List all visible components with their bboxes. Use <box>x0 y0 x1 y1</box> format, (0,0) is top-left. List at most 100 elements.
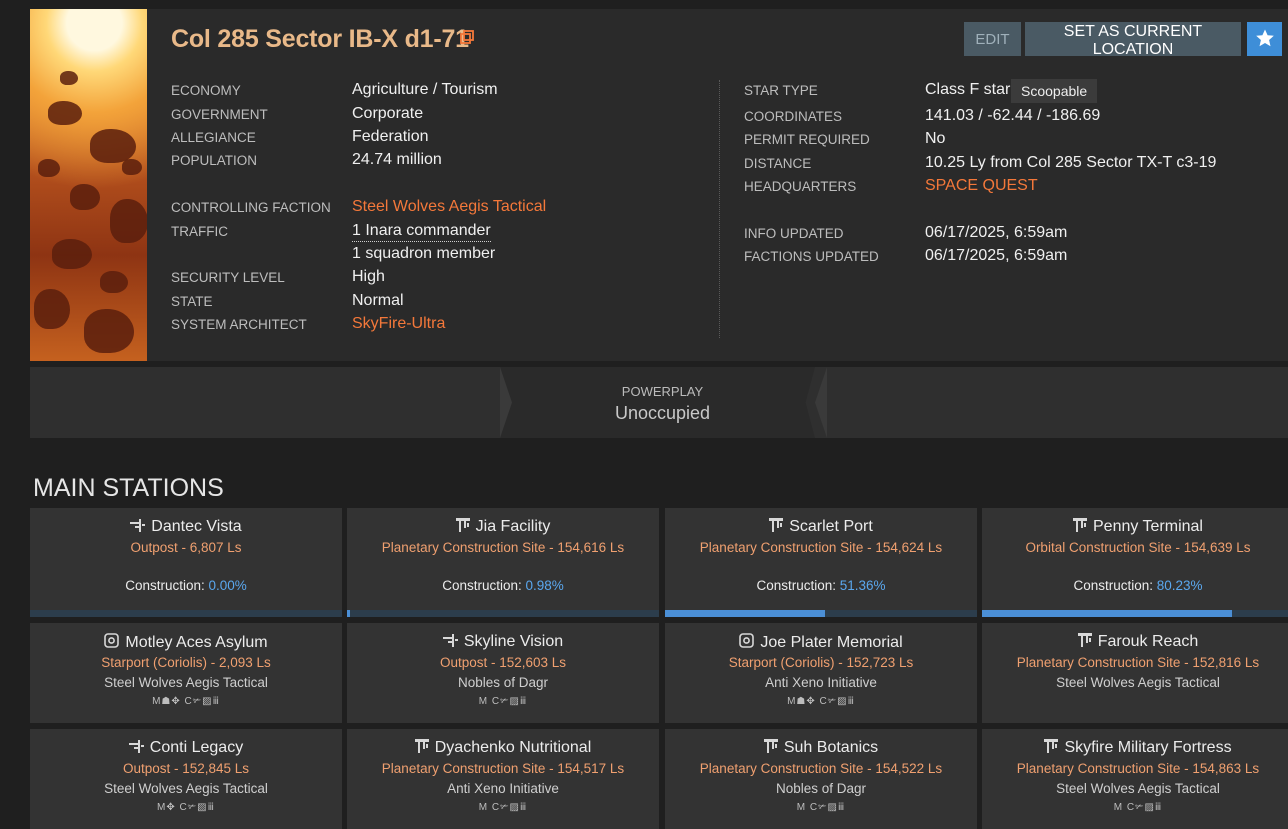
economy-label: ECONOMY <box>171 83 241 98</box>
station-type-distance: Orbital Construction Site - 154,639 Ls <box>1025 540 1251 555</box>
station-name-text: Joe Plater Memorial <box>760 634 903 651</box>
planetary-construction-icon <box>763 739 778 758</box>
distance-value: 10.25 Ly from Col 285 Sector TX-T c3-19 <box>925 154 1217 171</box>
station-name-text: Penny Terminal <box>1093 518 1203 535</box>
station-services-icons: M C✃▨ⅲ <box>478 696 528 707</box>
construction-status: Construction: 51.36% <box>665 578 977 593</box>
station-name[interactable]: Scarlet Port <box>665 518 977 537</box>
copy-icon[interactable] <box>460 30 474 44</box>
station-name[interactable]: Jia Facility <box>347 518 659 537</box>
station-name-text: Scarlet Port <box>789 518 873 535</box>
station-name-text: Motley Aces Asylum <box>125 634 268 651</box>
construction-percent: 0.98% <box>525 578 564 593</box>
construction-progress-bar <box>347 610 659 617</box>
station-name[interactable]: Penny Terminal <box>982 518 1288 537</box>
station-card[interactable]: Skyline Vision Outpost - 152,603 Ls Nobles… <box>347 623 659 723</box>
distance-label: DISTANCE <box>744 156 812 171</box>
planetary-construction-icon <box>1044 739 1059 758</box>
station-services-icons: M✥ C✃▨ⅲ <box>157 802 215 813</box>
construction-status: Construction: 0.00% <box>30 578 342 593</box>
headquarters-link[interactable]: SPACE QUEST <box>925 177 1038 195</box>
construction-progress-fill <box>347 610 351 617</box>
station-name[interactable]: Joe Plater Memorial <box>665 633 977 653</box>
station-type-distance: Outpost - 152,845 Ls <box>122 761 250 776</box>
station-card[interactable]: Suh Botanics Planetary Construction Site … <box>665 729 977 829</box>
station-name-text: Conti Legacy <box>149 739 244 756</box>
economy-value: Agriculture / Tourism <box>352 81 498 98</box>
architect-link[interactable]: SkyFire-Ultra <box>352 315 445 333</box>
station-type-distance: Planetary Construction Site - 152,816 Ls <box>1016 655 1260 670</box>
station-card[interactable]: Skyfire Military Fortress Planetary Const… <box>982 729 1288 829</box>
station-type-distance: Planetary Construction Site - 154,624 Ls <box>699 540 943 555</box>
station-faction: Nobles of Dagr <box>457 675 549 690</box>
controlling-faction-link[interactable]: Steel Wolves Aegis Tactical <box>352 198 546 216</box>
security-label: SECURITY LEVEL <box>171 270 285 285</box>
station-name[interactable]: Skyline Vision <box>347 633 659 652</box>
station-card[interactable]: Dantec Vista Outpost - 6,807 Ls Constructi… <box>30 508 342 617</box>
station-type-distance: Planetary Construction Site - 154,863 Ls <box>1016 761 1260 776</box>
permit-value: No <box>925 130 946 147</box>
planetary-construction-icon <box>769 518 784 537</box>
station-card[interactable]: Penny Terminal Orbital Construction Site … <box>982 508 1288 617</box>
construction-progress-bar <box>665 610 977 617</box>
station-services-icons: M C✃▨ⅲ <box>1113 802 1163 813</box>
station-card[interactable]: Scarlet Port Planetary Construction Site … <box>665 508 977 617</box>
station-name[interactable]: Conti Legacy <box>30 739 342 758</box>
station-name-text: Skyfire Military Fortress <box>1064 739 1232 756</box>
station-card[interactable]: Jia Facility Planetary Construction Site … <box>347 508 659 617</box>
info-updated-value: 06/17/2025, 6:59am <box>925 224 1068 241</box>
population-value: 24.74 million <box>352 151 442 168</box>
security-value: High <box>352 268 385 285</box>
construction-progress-bar <box>30 610 342 617</box>
edit-button[interactable]: EDIT <box>964 22 1021 56</box>
station-card[interactable]: Motley Aces Asylum Starport (Coriolis) - … <box>30 623 342 723</box>
station-name[interactable]: Dyachenko Nutritional <box>347 739 659 758</box>
station-card[interactable]: Conti Legacy Outpost - 152,845 Ls Steel Wo… <box>30 729 342 829</box>
station-name[interactable]: Dantec Vista <box>30 518 342 537</box>
construction-status: Construction: 0.98% <box>347 578 659 593</box>
station-name-text: Dantec Vista <box>151 518 242 535</box>
system-image <box>30 9 147 361</box>
star-type-label: STAR TYPE <box>744 83 818 98</box>
favorite-button[interactable] <box>1247 22 1282 56</box>
set-current-location-button[interactable]: SET AS CURRENT LOCATION <box>1025 22 1241 58</box>
station-faction: Anti Xeno Initiative <box>447 781 559 796</box>
station-name[interactable]: Farouk Reach <box>982 633 1288 652</box>
construction-label: Construction: <box>1073 578 1157 593</box>
station-faction: Anti Xeno Initiative <box>765 675 877 690</box>
headquarters-label: HEADQUARTERS <box>744 179 857 194</box>
scoopable-badge: Scoopable <box>1011 79 1098 103</box>
station-name[interactable]: Suh Botanics <box>665 739 977 758</box>
controlling-faction-label: CONTROLLING FACTION <box>171 200 331 215</box>
station-name[interactable]: Motley Aces Asylum <box>30 633 342 653</box>
station-card[interactable]: Dyachenko Nutritional Planetary Construct… <box>347 729 659 829</box>
station-name[interactable]: Skyfire Military Fortress <box>982 739 1288 758</box>
factions-updated-value: 06/17/2025, 6:59am <box>925 247 1068 264</box>
powerplay-bar: POWERPLAY Unoccupied <box>30 367 1288 438</box>
construction-percent: 51.36% <box>839 578 886 593</box>
planetary-construction-icon <box>1077 633 1092 652</box>
station-card[interactable]: Farouk Reach Planetary Construction Site … <box>982 623 1288 723</box>
population-label: POPULATION <box>171 153 258 168</box>
station-card[interactable]: Joe Plater Memorial Starport (Coriolis) -… <box>665 623 977 723</box>
station-type-distance: Starport (Coriolis) - 152,723 Ls <box>728 655 914 670</box>
station-faction: Steel Wolves Aegis Tactical <box>104 781 268 796</box>
station-name-text: Dyachenko Nutritional <box>434 739 592 756</box>
system-title: Col 285 Sector IB-X d1-71 <box>171 25 469 53</box>
orbital-construction-icon <box>1073 518 1087 537</box>
station-type-distance: Planetary Construction Site - 154,517 Ls <box>381 761 625 776</box>
permit-label: PERMIT REQUIRED <box>744 132 870 147</box>
state-label: STATE <box>171 294 213 309</box>
traffic-commanders[interactable]: 1 Inara commander <box>352 222 491 242</box>
factions-updated-label: FACTIONS UPDATED <box>744 249 879 264</box>
construction-percent: 80.23% <box>1156 578 1203 593</box>
column-divider <box>719 80 720 338</box>
construction-status: Construction: 80.23% <box>982 578 1288 593</box>
government-value: Corporate <box>352 105 424 122</box>
traffic-label: TRAFFIC <box>171 224 228 239</box>
station-name-text: Jia Facility <box>475 518 551 535</box>
station-name-text: Farouk Reach <box>1097 633 1199 650</box>
construction-label: Construction: <box>442 578 526 593</box>
station-faction: Nobles of Dagr <box>775 781 867 796</box>
station-services-icons: M C✃▨ⅲ <box>796 802 846 813</box>
